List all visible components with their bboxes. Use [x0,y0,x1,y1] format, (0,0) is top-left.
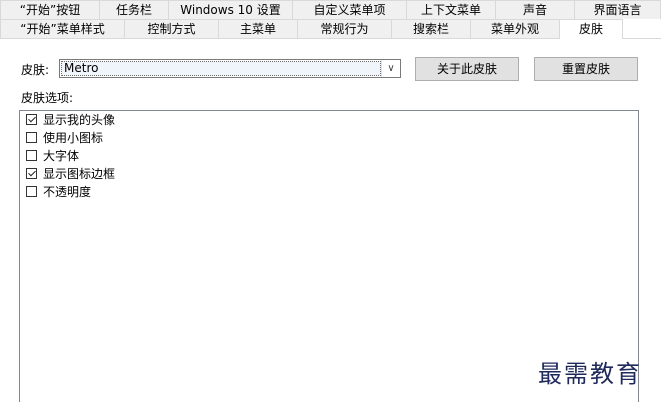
tab-windows10-settings[interactable]: Windows 10 设置 [168,0,293,19]
tab-search-box[interactable]: 搜索栏 [391,19,471,38]
option-show-avatar[interactable]: 显示我的头像 [26,111,115,128]
tab-skin[interactable]: 皮肤 [559,19,623,39]
option-label: 显示我的头像 [43,113,116,127]
option-label: 大字体 [43,149,80,163]
reset-skin-button[interactable]: 重置皮肤 [534,57,638,81]
tab-start-menu-style[interactable]: “开始”菜单样式 [0,19,125,38]
option-opaque[interactable]: 不透明度 [26,183,91,200]
option-large-font[interactable]: 大字体 [26,147,79,164]
checkbox-icon-frames[interactable] [26,168,37,179]
checkbox-opaque[interactable] [26,186,37,197]
skin-dropdown[interactable]: Metro ∨ [59,59,401,78]
tab-main-menu[interactable]: 主菜单 [218,19,298,38]
tab-menu-look[interactable]: 菜单外观 [470,19,560,38]
option-label: 显示图标边框 [43,167,116,181]
tab-taskbar[interactable]: 任务栏 [99,0,169,19]
option-icon-frames[interactable]: 显示图标边框 [26,165,115,182]
tab-control[interactable]: 控制方式 [124,19,219,38]
checkbox-show-avatar[interactable] [26,114,37,125]
watermark: 最需教育 [538,360,642,388]
tab-row-2: “开始”菜单样式 控制方式 主菜单 常规行为 搜索栏 菜单外观 皮肤 [0,19,623,39]
chevron-down-icon[interactable]: ∨ [381,60,400,77]
option-small-icons[interactable]: 使用小图标 [26,129,103,146]
tab-custom-menu-items[interactable]: 自定义菜单项 [292,0,407,19]
tab-start-button[interactable]: “开始”按钮 [0,0,100,19]
tab-sound[interactable]: 声音 [495,0,575,19]
skin-dropdown-value: Metro [61,61,381,76]
skin-options-label: 皮肤选项: [21,91,74,105]
option-label: 不透明度 [43,185,92,199]
option-label: 使用小图标 [43,131,104,145]
skin-label: 皮肤: [21,63,50,77]
about-skin-button[interactable]: 关于此皮肤 [415,57,519,81]
checkbox-small-icons[interactable] [26,132,37,143]
tab-row-1: “开始”按钮 任务栏 Windows 10 设置 自定义菜单项 上下文菜单 声音… [0,0,661,19]
tab-interface-language[interactable]: 界面语言 [574,0,661,19]
tab-context-menu[interactable]: 上下文菜单 [406,0,496,19]
tab-general-behavior[interactable]: 常规行为 [297,19,392,38]
checkbox-large-font[interactable] [26,150,37,161]
